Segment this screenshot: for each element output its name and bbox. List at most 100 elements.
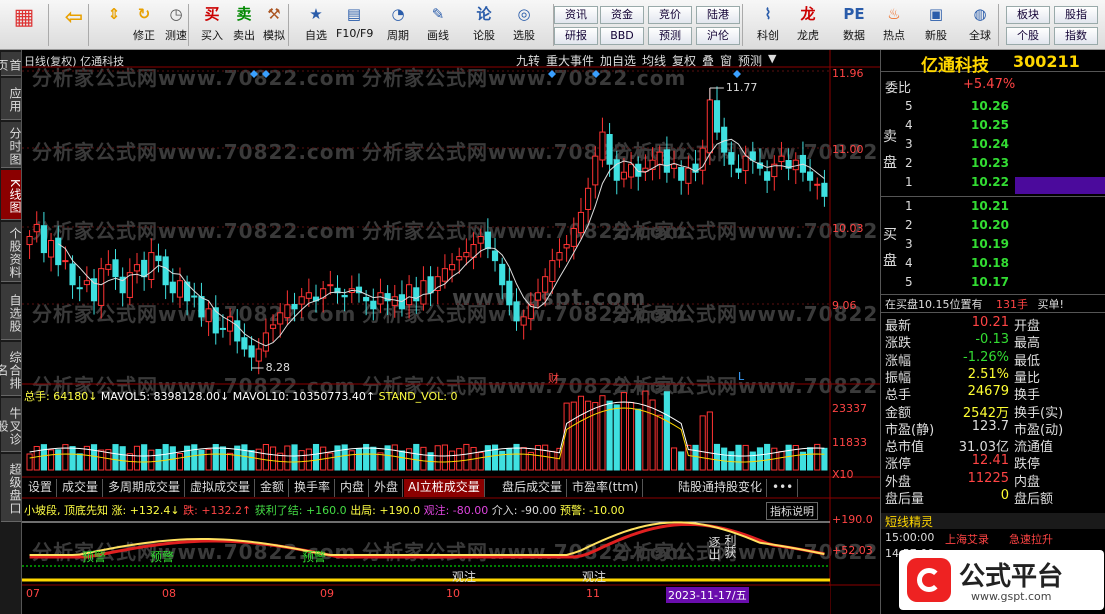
indicator-tab-7[interactable]: 外盘 [370,479,404,497]
sprite-stock[interactable]: 上海艾录 [945,531,989,547]
chart-header-btn-1[interactable]: 重大事件 [546,52,594,69]
volume-bar [807,447,814,471]
indicator-tab-10[interactable]: 市盈率(ttm) [568,479,644,497]
volume-bar [298,450,305,471]
toolbar-btn-1[interactable]: ⇦ [56,3,92,47]
candle [162,249,169,300]
ask-price[interactable]: 10.25 [971,118,1009,132]
left-tab-6[interactable]: 综合排名 [0,342,22,396]
quick-btn-2[interactable]: 竞价 [648,6,692,24]
toolbar-btn-7[interactable]: ⚒ 模拟 [256,3,292,47]
candle [642,154,649,181]
indicator-tab-6[interactable]: 内盘 [336,479,370,497]
candle [348,275,355,304]
chart-header-btn-6[interactable]: 窗 [720,52,732,69]
bid-price[interactable]: 10.19 [971,237,1009,251]
quick-btn-4[interactable]: 研报 [554,27,598,45]
warning-label: 预警 [302,550,327,564]
indicator-tab-4[interactable]: 金额 [256,479,290,497]
candle [119,267,126,307]
volume-bar [248,449,255,471]
sprite-event: 急速拉升 [1009,533,1053,546]
indicator-tab-3[interactable]: 虚拟成交量 [186,479,256,497]
candle [635,156,642,191]
left-tab-7[interactable]: 牛叉诊股 [0,398,22,452]
indicator-tab-0[interactable]: 设置 [24,479,58,497]
quick-btn-10[interactable]: 个股 [1006,27,1050,45]
volume-bar [721,447,728,471]
toolbar-btn-13[interactable]: ◎ 选股 [506,3,542,47]
bid-price[interactable]: 10.17 [971,275,1009,289]
left-tab-5[interactable]: 自选股 [1,284,22,340]
volume-bar [520,447,527,471]
indicator-help-button[interactable]: 指标说明 [766,502,818,520]
event-diamond-icon[interactable] [548,70,556,78]
left-tab-8[interactable]: 超级盘口 [1,454,22,522]
event-diamond-icon[interactable] [733,70,741,78]
toolbar-btn-12[interactable]: 论论股 [466,3,502,47]
indicator-tab-9[interactable]: 盘后成交量 [498,479,568,497]
toolbar-btn-9[interactable]: ▤ F10/F9 [336,3,373,47]
profit-label: 利获 [723,534,737,558]
toolbar-btn-5[interactable]: 买买入 [194,3,230,47]
candle [577,197,585,240]
toolbar-btn-16[interactable]: PE 数据 [836,3,872,47]
l-marker[interactable]: L [738,370,744,383]
logo-icon [907,558,951,602]
toolbar-btn-8[interactable]: ★ 自选 [298,3,334,47]
kline-chart-area[interactable]: 分析家公式网www.70822.com 分析家公式网www.70822.com 分析… [22,50,935,614]
left-tab-1[interactable]: 应用 [1,78,22,120]
toolbar-btn-label: 全球 [969,29,991,42]
quick-btn-3[interactable]: 陆港 [696,6,740,24]
left-tab-4[interactable]: 个股资料 [1,222,22,282]
chart-header-btn-0[interactable]: 九转 [516,52,540,69]
left-tab-3[interactable]: K线图 [1,170,22,220]
bid-price[interactable]: 10.20 [971,218,1009,232]
quick-btn-5[interactable]: BBD [600,27,644,45]
toolbar-btn-11[interactable]: ✎ 画线 [420,3,456,47]
chart-header-btn-4[interactable]: 复权 [672,52,696,69]
quick-btn-1[interactable]: 资金 [600,6,644,24]
indicator-tab-8[interactable]: AI立桩成交量 [404,479,485,497]
quick-btn-11[interactable]: 指数 [1054,27,1098,45]
ask-price[interactable]: 10.26 [971,99,1009,113]
chart-header-btn-3[interactable]: 均线 [642,52,666,69]
indicator-tab-12[interactable]: ••• [768,479,799,497]
toolbar-btn-label: 自选 [305,29,327,42]
price-axis-label: 11.00 [832,143,864,156]
indicator-tab-1[interactable]: 成交量 [58,479,104,497]
ask-price[interactable]: 10.23 [971,156,1009,170]
chart-header-btn-5[interactable]: 叠 [702,52,714,69]
left-tab-2[interactable]: 分时图 [1,122,22,168]
toolbar-btn-14[interactable]: ⌇ 科创 [750,3,786,47]
quick-btn-8[interactable]: 板块 [1006,6,1050,24]
quick-btn-9[interactable]: 股指 [1054,6,1098,24]
chart-header-btn-2[interactable]: 加自选 [600,52,636,69]
candle [814,177,821,200]
toolbar-btn-3[interactable]: ↻ 修正 [126,3,162,47]
toolbar-btn-18[interactable]: ▣ 新股 [918,3,954,47]
event-diamond-icon[interactable] [250,70,258,78]
indicator-tab-5[interactable]: 换手率 [290,479,336,497]
bid-price[interactable]: 10.18 [971,256,1009,270]
left-tab-0[interactable]: 首页 [0,52,22,76]
quick-btn-6[interactable]: 预测 [648,27,692,45]
indicator-tab-2[interactable]: 多周期成交量 [104,479,186,497]
ask-price[interactable]: 10.22 [971,175,1009,189]
header-menu-arrow-icon[interactable]: ▼ [768,52,776,65]
ask-price[interactable]: 10.24 [971,137,1009,151]
chart-header-btn-7[interactable]: 预测 [738,52,762,69]
toolbar-btn-label: 龙虎 [797,29,819,42]
quick-btn-7[interactable]: 沪伦 [696,27,740,45]
indicator-tab-11[interactable]: 陆股通持股变化 [674,479,768,497]
volume-bar [269,446,277,471]
bid-price[interactable]: 10.21 [971,199,1009,213]
quick-btn-0[interactable]: 资讯 [554,6,598,24]
toolbar-btn-19[interactable]: ◍ 全球 [962,3,998,47]
toolbar-btn-17[interactable]: ♨ 热点 [876,3,912,47]
toolbar-btn-15[interactable]: 龙龙虎 [790,3,826,47]
toolbar-btn-0[interactable]: ▦ [6,3,42,47]
toolbar-btn-10[interactable]: ◔ 周期 [380,3,416,47]
volume-bar [821,447,828,471]
financial-marker[interactable]: 财 [548,370,559,386]
